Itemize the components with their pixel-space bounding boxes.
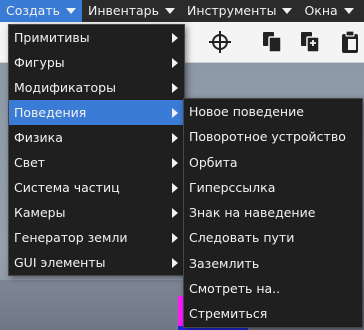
submenu-item-hover-sign[interactable]: Знак на наведение bbox=[184, 200, 362, 225]
submenu-item-ground[interactable]: Заземлить bbox=[184, 251, 362, 276]
menu-create-label: Создать bbox=[6, 3, 60, 18]
submenu-item-label: Орбита bbox=[189, 154, 238, 170]
menu-item-primitives[interactable]: Примитивы bbox=[9, 25, 184, 50]
menu-item-modifiers[interactable]: Модификаторы bbox=[9, 75, 184, 100]
menu-inventory-label: Инвентарь bbox=[87, 3, 159, 18]
submenu-item-label: Смотреть на.. bbox=[189, 281, 281, 297]
menu-item-label: Физика bbox=[14, 130, 63, 145]
menu-item-terrain-generator[interactable]: Генератор земли bbox=[9, 225, 184, 250]
submenu-item-rotator[interactable]: Поворотное устройство bbox=[184, 124, 362, 149]
submenu-item-hyperlink[interactable]: Гиперссылка bbox=[184, 175, 362, 200]
submenu-item-label: Новое поведение bbox=[189, 104, 304, 119]
menu-item-label: GUI элементы bbox=[14, 255, 106, 270]
submenu-item-new-behavior[interactable]: Новое поведение bbox=[184, 99, 362, 124]
chevron-down-icon bbox=[343, 8, 354, 14]
menu-item-label: Система частиц bbox=[14, 180, 120, 195]
paste-duplicate-icon[interactable] bbox=[298, 30, 322, 54]
menu-item-gui-elements[interactable]: GUI элементы bbox=[9, 250, 184, 275]
chevron-right-icon bbox=[172, 208, 178, 218]
chevron-right-icon bbox=[172, 183, 178, 193]
chevron-down-icon bbox=[282, 8, 293, 14]
menu-item-behaviors[interactable]: Поведения bbox=[9, 100, 184, 125]
submenu-item-label: Знак на наведение bbox=[189, 205, 316, 221]
chevron-right-icon bbox=[172, 33, 178, 43]
menu-create[interactable]: Создать bbox=[0, 0, 82, 22]
submenu-item-label: Заземлить bbox=[189, 255, 260, 271]
clipboard-icon[interactable] bbox=[338, 30, 362, 54]
menu-bar: Создать Инвентарь Инструменты Окна bbox=[0, 0, 364, 22]
menu-item-label: Модификаторы bbox=[14, 80, 116, 95]
menu-inventory[interactable]: Инвентарь bbox=[82, 0, 181, 22]
copy-icon[interactable] bbox=[260, 30, 284, 54]
chevron-right-icon bbox=[172, 58, 178, 68]
submenu-item-seek[interactable]: Стремиться bbox=[184, 301, 362, 326]
chevron-right-icon bbox=[172, 83, 178, 93]
chevron-down-icon bbox=[65, 8, 76, 14]
menu-item-particle-system[interactable]: Система частиц bbox=[9, 175, 184, 200]
menu-item-shapes[interactable]: Фигуры bbox=[9, 50, 184, 75]
behaviors-submenu: Новое поведение Поворотное устройство Ор… bbox=[183, 98, 363, 328]
chevron-right-icon bbox=[172, 158, 178, 168]
menu-tools[interactable]: Инструменты bbox=[181, 0, 298, 22]
menu-item-label: Генератор земли bbox=[14, 230, 128, 245]
menu-item-cameras[interactable]: Камеры bbox=[9, 200, 184, 225]
menu-item-label: Свет bbox=[14, 155, 46, 170]
submenu-item-label: Поворотное устройство bbox=[189, 129, 346, 145]
menu-item-light[interactable]: Свет bbox=[9, 150, 184, 175]
menu-item-physics[interactable]: Физика bbox=[9, 125, 184, 150]
create-menu: Примитивы Фигуры Модификаторы Поведения … bbox=[8, 24, 185, 276]
menu-item-label: Поведения bbox=[14, 105, 87, 120]
chevron-right-icon bbox=[172, 233, 178, 243]
menu-tools-label: Инструменты bbox=[186, 3, 277, 18]
submenu-item-follow-path[interactable]: Следовать пути bbox=[184, 225, 362, 250]
submenu-item-look-at[interactable]: Смотреть на.. bbox=[184, 276, 362, 301]
submenu-item-orbit[interactable]: Орбита bbox=[184, 150, 362, 175]
menu-item-label: Фигуры bbox=[14, 55, 65, 70]
chevron-right-icon bbox=[172, 133, 178, 143]
menu-item-label: Примитивы bbox=[14, 30, 90, 45]
menu-item-label: Камеры bbox=[14, 205, 66, 220]
chevron-right-icon bbox=[172, 258, 178, 268]
menu-windows[interactable]: Окна bbox=[298, 0, 359, 22]
chevron-right-icon bbox=[172, 108, 178, 118]
submenu-item-label: Следовать пути bbox=[189, 230, 295, 246]
crosshair-icon[interactable] bbox=[208, 30, 232, 54]
chevron-down-icon bbox=[164, 8, 175, 14]
submenu-item-label: Стремиться bbox=[189, 306, 268, 322]
menu-windows-label: Окна bbox=[304, 3, 338, 18]
submenu-item-label: Гиперссылка bbox=[189, 179, 276, 195]
